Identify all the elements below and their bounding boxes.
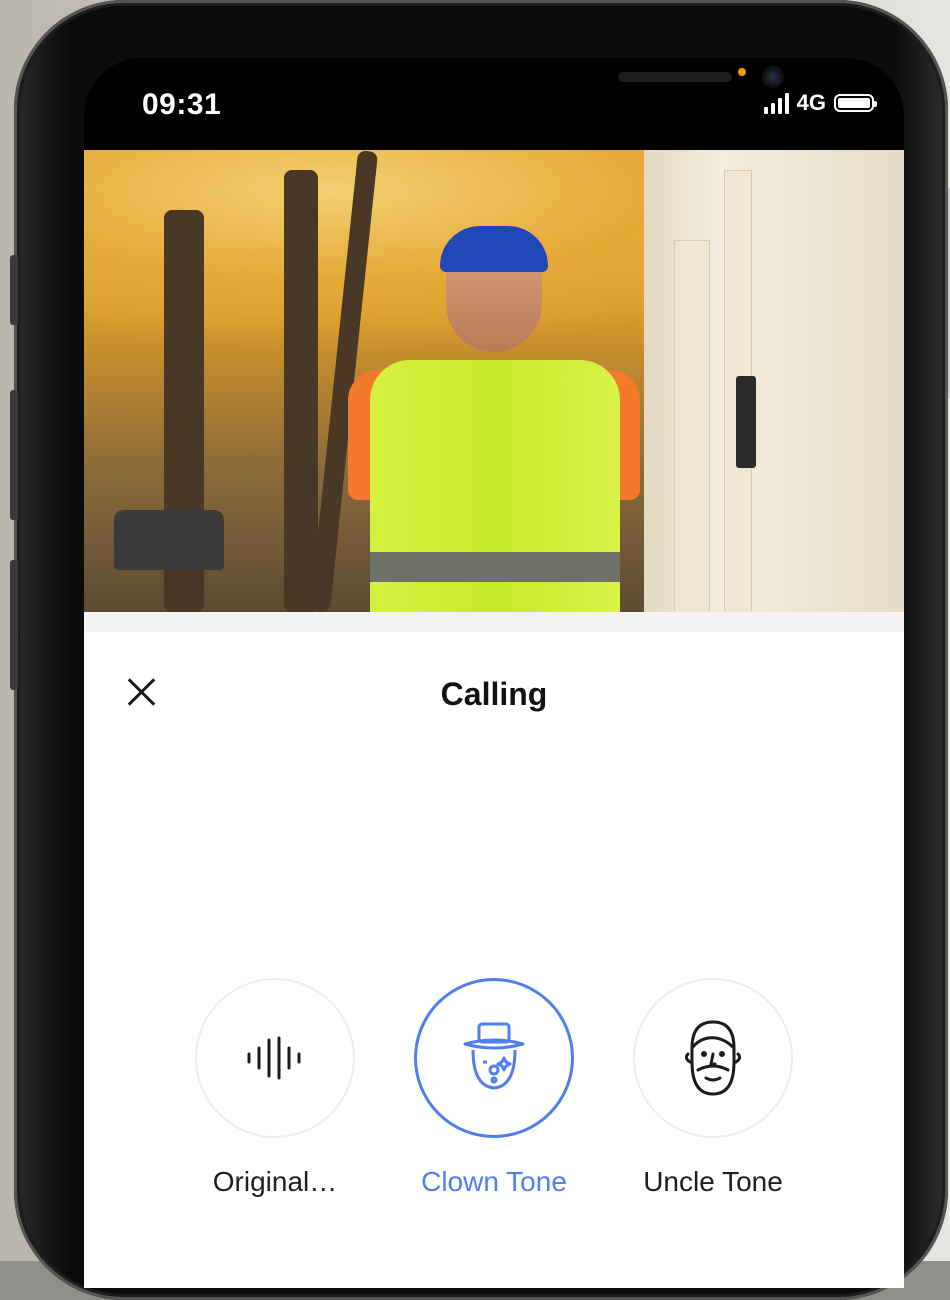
tree-trunk	[284, 170, 318, 612]
notch	[264, 58, 784, 124]
waveform-icon	[247, 1036, 301, 1080]
pillar	[674, 240, 710, 612]
tone-label-clown: Clown Tone	[421, 1166, 567, 1197]
blue-cap	[440, 226, 548, 272]
tone-option-clown[interactable]: Clown Tone	[411, 978, 577, 1198]
tone-label-uncle: Uncle Tone	[643, 1166, 783, 1197]
tone-option-uncle[interactable]: Uncle Tone	[630, 978, 796, 1198]
status-bar: 09:31 4G	[84, 58, 904, 150]
volume-down-button	[10, 560, 18, 690]
privacy-indicator-dot	[738, 68, 746, 76]
volume-up-button	[10, 390, 18, 520]
cellular-signal-icon	[763, 92, 789, 114]
front-camera	[762, 66, 784, 88]
visitor-courier	[334, 190, 654, 612]
doorbell-device	[736, 376, 756, 468]
battery-icon	[834, 94, 877, 112]
tone-button-uncle[interactable]	[633, 978, 793, 1138]
sheet-divider	[84, 612, 904, 632]
clown-face-icon	[463, 1022, 525, 1090]
status-time: 09:31	[142, 88, 222, 121]
tone-option-original[interactable]: Original…	[192, 978, 358, 1198]
mute-switch	[10, 255, 18, 325]
phone-screen: 09:31 4G Calling Original… Clown Tone Un…	[84, 58, 904, 1288]
parked-car	[114, 510, 224, 570]
tone-label-original: Original…	[212, 1166, 338, 1197]
call-title: Calling	[440, 676, 548, 712]
tone-button-clown[interactable]	[414, 978, 574, 1138]
bearded-face-icon	[684, 1020, 742, 1096]
phone-frame: 09:31 4G Calling Original… Clown Tone Un…	[10, 0, 948, 1300]
tone-button-original[interactable]	[195, 978, 355, 1138]
status-icons: 4G	[763, 90, 877, 116]
earpiece-speaker	[618, 72, 732, 82]
call-sheet: Calling Original… Clown Tone Uncle Tone	[84, 612, 904, 1288]
network-type: 4G	[796, 90, 826, 115]
vest-reflective-stripe	[370, 552, 620, 582]
camera-video-feed[interactable]	[84, 150, 904, 612]
